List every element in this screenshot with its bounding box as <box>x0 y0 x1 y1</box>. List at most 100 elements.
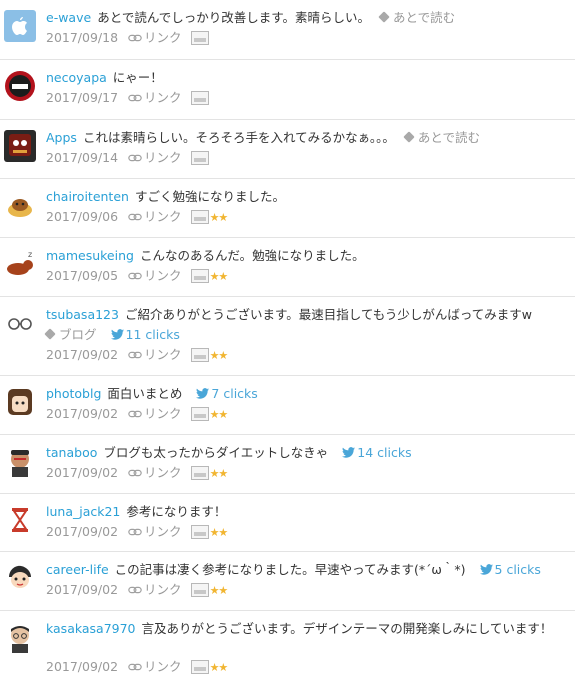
comment-date[interactable]: 2017/09/02 <box>46 659 118 674</box>
screenshot-icon[interactable] <box>190 466 209 480</box>
star-rating[interactable]: ★★ <box>210 661 229 674</box>
screenshot-icon[interactable] <box>190 31 209 45</box>
comment-body: photoblg 面白いまとめ 7 clicks 2017/09/02 リンク ★★ <box>46 384 569 425</box>
avatar[interactable] <box>4 130 36 162</box>
permalink[interactable]: リンク <box>128 524 182 539</box>
clicks-count: 5 clicks <box>494 562 541 577</box>
man-face-icon <box>4 445 36 477</box>
star-rating[interactable]: ★★ <box>210 349 229 362</box>
permalink[interactable]: リンク <box>128 659 182 674</box>
user-link[interactable]: luna_jack21 <box>46 504 120 519</box>
comment-date[interactable]: 2017/09/02 <box>46 347 118 362</box>
comment-date[interactable]: 2017/09/02 <box>46 582 118 597</box>
svg-text:z: z <box>28 250 32 259</box>
comment-date[interactable]: 2017/09/17 <box>46 90 118 105</box>
comment-date[interactable]: 2017/09/06 <box>46 209 118 224</box>
user-link[interactable]: chairoitenten <box>46 189 129 204</box>
comment-separator <box>0 296 575 297</box>
avatar[interactable] <box>4 562 36 594</box>
avatar[interactable] <box>4 70 36 102</box>
user-link[interactable]: kasakasa7970 <box>46 621 136 636</box>
avatar[interactable] <box>4 10 36 42</box>
screenshot-icon[interactable] <box>190 91 209 105</box>
user-link[interactable]: tanaboo <box>46 445 97 460</box>
comment-line: mamesukeing こんなのあるんだ。勉強になりました。 <box>46 246 569 266</box>
comment-date[interactable]: 2017/09/18 <box>46 30 118 45</box>
star-rating[interactable]: ★★ <box>210 526 229 539</box>
comment-date[interactable]: 2017/09/05 <box>46 268 118 283</box>
cat-lying-icon: z <box>4 248 36 280</box>
comment-text: すごく勉強になりました。 <box>134 189 285 204</box>
user-link[interactable]: mamesukeing <box>46 248 134 263</box>
user-link[interactable]: necoyapa <box>46 70 107 85</box>
comment-body: luna_jack21 参考になります！ 2017/09/02 リンク ★★ <box>46 502 569 543</box>
comment-text: これは素晴らしい。そろそろ手を入れてみるかなぁ。。。 <box>82 130 395 145</box>
comment-date[interactable]: 2017/09/02 <box>46 406 118 421</box>
category-tag[interactable]: ブログ <box>44 327 97 342</box>
avatar[interactable]: z <box>4 248 36 280</box>
screenshot-icon[interactable] <box>190 269 209 283</box>
avatar[interactable] <box>4 621 36 653</box>
user-link[interactable]: e-wave <box>46 10 91 25</box>
comment-text: 面白いまとめ <box>107 386 183 401</box>
user-link[interactable]: photoblg <box>46 386 101 401</box>
comment-meta: 2017/09/02 リンク ★★ <box>46 580 569 601</box>
permalink[interactable]: リンク <box>128 209 182 224</box>
link-label: リンク <box>144 150 182 165</box>
twitter-clicks[interactable]: 5 clicks <box>479 562 541 577</box>
twitter-clicks[interactable]: 7 clicks <box>196 386 258 401</box>
screenshot-icon[interactable] <box>190 525 209 539</box>
apple-logo-icon <box>4 10 36 42</box>
star-rating[interactable]: ★★ <box>210 270 229 283</box>
avatar[interactable] <box>4 189 36 221</box>
comment-text: 参考になります！ <box>126 504 227 519</box>
avatar[interactable] <box>4 386 36 418</box>
star-rating[interactable]: ★★ <box>210 584 229 597</box>
comment-text: こんなのあるんだ。勉強になりました。 <box>139 248 365 263</box>
link-label: リンク <box>144 209 182 224</box>
star-rating[interactable]: ★★ <box>210 211 229 224</box>
read-later-tag[interactable]: あとで読む <box>378 10 456 25</box>
twitter-clicks[interactable]: 11 clicks <box>110 327 180 342</box>
star-rating[interactable]: ★★ <box>210 467 229 480</box>
permalink[interactable]: リンク <box>128 268 182 283</box>
avatar[interactable] <box>4 504 36 536</box>
screenshot-icon[interactable] <box>190 660 209 674</box>
permalink[interactable]: リンク <box>128 582 182 597</box>
comment-separator <box>0 119 575 120</box>
screenshot-icon[interactable] <box>190 583 209 597</box>
avatar[interactable] <box>4 307 36 339</box>
permalink[interactable]: リンク <box>128 30 182 45</box>
permalink[interactable]: リンク <box>128 90 182 105</box>
comment-meta: 2017/09/02 リンク ★★ <box>46 463 569 484</box>
comment-line: career-life この記事は凄く参考になりました。早速やってみます(*´ω｀… <box>46 560 569 580</box>
link-label: リンク <box>144 30 182 45</box>
comment-date[interactable]: 2017/09/02 <box>46 524 118 539</box>
read-later-label: あとで読む <box>392 10 456 25</box>
user-link[interactable]: career-life <box>46 562 109 577</box>
comment-date[interactable]: 2017/09/02 <box>46 465 118 480</box>
user-link[interactable]: tsubasa123 <box>46 307 119 322</box>
read-later-tag[interactable]: あとで読む <box>403 130 480 145</box>
screenshot-icon[interactable] <box>190 151 209 165</box>
comment-body: tsubasa123 ご紹介ありがとうございます。最速目指してもう少しがんばってみ… <box>44 305 569 366</box>
twitter-clicks[interactable]: 14 clicks <box>342 445 412 460</box>
screenshot-icon[interactable] <box>190 210 209 224</box>
comment-body: career-life この記事は凄く参考になりました。早速やってみます(*´ω｀… <box>46 560 569 601</box>
permalink[interactable]: リンク <box>128 406 182 421</box>
permalink[interactable]: リンク <box>128 465 182 480</box>
link-icon <box>128 30 144 45</box>
link-icon <box>128 524 144 539</box>
permalink[interactable]: リンク <box>128 347 182 362</box>
comment-date[interactable]: 2017/09/14 <box>46 150 118 165</box>
twitter-bird-icon <box>110 327 126 342</box>
clicks-count: 11 clicks <box>125 327 180 342</box>
screenshot-icon[interactable] <box>190 407 209 421</box>
screenshot-icon[interactable] <box>190 348 209 362</box>
avatar[interactable] <box>4 445 36 477</box>
star-rating[interactable]: ★★ <box>210 408 229 421</box>
permalink[interactable]: リンク <box>128 150 182 165</box>
comment-line: kasakasa7970 言及ありがとうございます。デザインテーマの開発楽しみにし… <box>46 619 569 639</box>
user-link[interactable]: Apps <box>46 130 77 145</box>
link-label: リンク <box>144 524 182 539</box>
